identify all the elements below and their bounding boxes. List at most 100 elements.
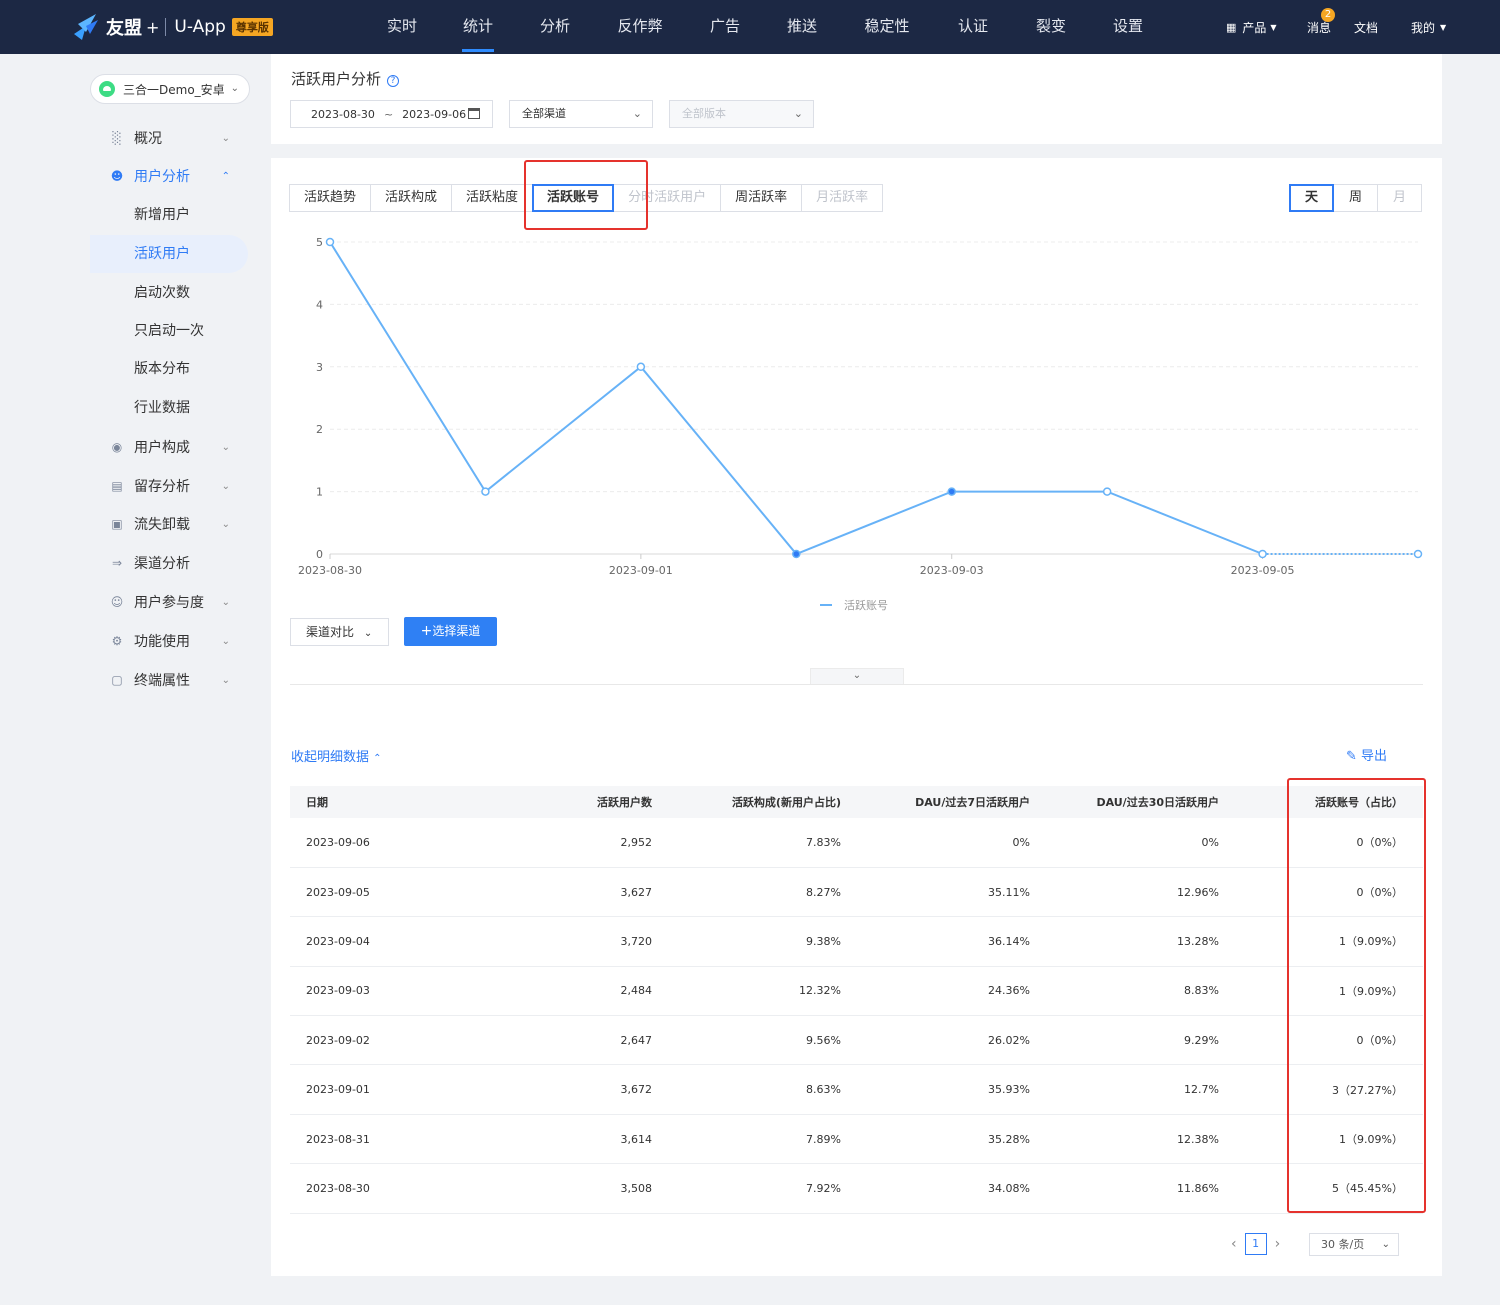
section-divider — [290, 684, 1423, 685]
cell-active-users: 3,720 — [620, 934, 653, 948]
next-page-icon[interactable]: › — [1275, 1236, 1281, 1252]
cell-dau-7d: 35.28% — [988, 1132, 1030, 1146]
version-select[interactable]: 全部版本 ⌄ — [669, 100, 814, 128]
compare-label: 渠道对比 — [306, 625, 355, 639]
table-row: 2023-09-01 3,672 8.63% 35.93% 12.7% 3（27.27%） — [290, 1065, 1423, 1115]
add-channel-button[interactable]: +选择渠道 — [404, 617, 497, 646]
expand-chart-handle[interactable]: ⌄ — [810, 668, 904, 684]
period-week[interactable]: 周 — [1333, 184, 1378, 212]
sidebar-item-retention[interactable]: ▤ 留存分析 ⌄ — [90, 467, 248, 505]
tab-active-trend[interactable]: 活跃趋势 — [289, 184, 372, 212]
menu-anti-fraud[interactable]: 反作弊 — [588, 0, 692, 54]
col-dau-7d[interactable]: DAU/过去7日活跃用户 — [861, 786, 1050, 818]
menu-realtime[interactable]: 实时 — [370, 0, 434, 54]
cell-date: 2023-09-04 — [306, 934, 370, 948]
table-row: 2023-08-30 3,508 7.92% 34.08% 11.86% 5（45.45%… — [290, 1164, 1423, 1214]
account-label: 我的 — [1411, 20, 1436, 35]
sidebar-item-channel[interactable]: ⇒ 渠道分析 — [90, 544, 248, 582]
tab-active-composition[interactable]: 活跃构成 — [370, 184, 453, 212]
date-range-picker[interactable]: 2023-08-30 ~ 2023-09-06 — [290, 100, 493, 128]
sidebar-item-label: 流失卸载 — [134, 517, 190, 533]
tab-active-accounts[interactable]: 活跃账号 — [532, 184, 615, 212]
col-active-users[interactable]: 活跃用户数 — [460, 786, 672, 818]
cell-dau-30d: 8.83% — [1184, 984, 1219, 998]
col-date[interactable]: 日期 — [290, 786, 460, 818]
menu-stability[interactable]: 稳定性 — [846, 0, 928, 54]
main-panel: 活跃趋势 活跃构成 活跃粘度 活跃账号 分时活跃用户 周活跃率 月活跃率 天 周… — [271, 158, 1442, 1276]
sidebar-item-engagement[interactable]: ☺ 用户参与度 ⌄ — [90, 583, 248, 621]
sidebar-item-overview[interactable]: ░ 概况 ⌄ — [90, 119, 248, 157]
android-icon — [99, 81, 115, 97]
collapse-label: 收起明细数据 — [291, 750, 370, 765]
app-selector-label: 三合一Demo_安卓 — [123, 82, 225, 97]
cell-dau-30d: 13.28% — [1177, 934, 1219, 948]
analysis-tabs: 活跃趋势 活跃构成 活跃粘度 活跃账号 分时活跃用户 周活跃率 月活跃率 — [289, 184, 884, 212]
sidebar-item-active-users[interactable]: 活跃用户 — [90, 235, 248, 273]
cell-dau-7d: 26.02% — [988, 1033, 1030, 1047]
tab-weekly-rate[interactable]: 周活跃率 — [720, 184, 803, 212]
cell-dau-30d: 12.7% — [1184, 1083, 1219, 1097]
top-nav: 友盟 + U-App 尊享版 实时 统计 分析 反作弊 广告 推送 稳定性 认证… — [0, 0, 1500, 54]
sidebar-item-device[interactable]: ▢ 终端属性 ⌄ — [90, 661, 248, 699]
cell-dau-7d: 24.36% — [988, 984, 1030, 998]
sidebar-item-feature-usage[interactable]: ⚙ 功能使用 ⌄ — [90, 622, 248, 660]
cell-active-users: 3,672 — [620, 1083, 653, 1097]
channel-select[interactable]: 全部渠道 ⌄ — [509, 100, 653, 128]
sidebar-item-single-launch[interactable]: 只启动一次 — [90, 312, 248, 350]
col-new-user-ratio[interactable]: 活跃构成(新用户占比) — [672, 786, 861, 818]
chevron-down-icon: ⌄ — [221, 518, 230, 530]
sidebar-item-label: 用户分析 — [134, 169, 190, 185]
menu-fission[interactable]: 裂变 — [1018, 0, 1084, 54]
cell-dau-30d: 9.29% — [1184, 1033, 1219, 1047]
tab-monthly-rate[interactable]: 月活跃率 — [801, 184, 884, 212]
app-selector[interactable]: 三合一Demo_安卓 ⌄ — [90, 74, 250, 104]
export-button[interactable]: ✎ 导出 — [1346, 745, 1387, 764]
device-icon: ▢ — [111, 673, 123, 687]
sidebar-item-industry-data[interactable]: 行业数据 — [90, 389, 248, 427]
data-point — [636, 362, 646, 372]
cell-new-user-ratio: 8.63% — [806, 1083, 841, 1097]
menu-verify[interactable]: 认证 — [928, 0, 1018, 54]
sidebar-item-new-users[interactable]: 新增用户 — [90, 196, 248, 234]
menu-analysis[interactable]: 分析 — [522, 0, 588, 54]
sidebar-item-label: 渠道分析 — [134, 556, 190, 572]
page-number[interactable]: 1 — [1244, 1233, 1267, 1255]
menu-statistics[interactable]: 统计 — [434, 0, 522, 54]
chevron-down-icon: ⌄ — [221, 674, 230, 686]
active-accounts-chart: 0 1 2 3 4 5 2023-08-30 2023-09-01 2023-09-03 2023… — [298, 236, 1423, 612]
products-menu[interactable]: ▦ 产品 ▼ — [1226, 0, 1277, 54]
menu-ads[interactable]: 广告 — [692, 0, 758, 54]
date-separator: ~ — [383, 107, 394, 121]
account-menu[interactable]: 我的 ▼ — [1411, 0, 1446, 54]
docs-link[interactable]: 文档 — [1354, 0, 1378, 54]
cell-new-user-ratio: 7.89% — [806, 1132, 841, 1146]
sidebar-item-label: 终端属性 — [134, 673, 190, 689]
cell-new-user-ratio: 12.32% — [799, 984, 841, 998]
help-icon[interactable]: ? — [387, 75, 400, 87]
collapse-detail-link[interactable]: 收起明细数据 ⌃ — [291, 746, 382, 765]
tab-active-stickiness[interactable]: 活跃粘度 — [451, 184, 534, 212]
user-composition-icon: ◉ — [111, 440, 123, 454]
sidebar-item-user-analysis[interactable]: ☻ 用户分析 ⌃ — [90, 157, 248, 195]
channel-compare-dropdown[interactable]: 渠道对比 ⌄ — [290, 618, 389, 646]
sidebar-item-churn[interactable]: ▣ 流失卸载 ⌄ — [90, 505, 248, 543]
data-point — [1258, 549, 1267, 559]
umeng-logo[interactable]: 友盟 + U-App 尊享版 — [72, 10, 273, 44]
sidebar-item-version-distribution[interactable]: 版本分布 — [90, 350, 248, 388]
sidebar-item-launches[interactable]: 启动次数 — [90, 274, 248, 312]
page-size-select[interactable]: 30 条/页 ⌄ — [1309, 1233, 1399, 1256]
chevron-down-icon: ⌄ — [221, 480, 230, 492]
version-select-value: 全部版本 — [682, 107, 726, 120]
prev-page-icon[interactable]: ‹ — [1231, 1236, 1237, 1252]
menu-settings[interactable]: 设置 — [1084, 0, 1172, 54]
bird-logo-icon — [74, 14, 98, 40]
menu-push[interactable]: 推送 — [758, 0, 846, 54]
chevron-down-icon: ⌄ — [221, 441, 230, 453]
period-month[interactable]: 月 — [1377, 184, 1422, 212]
col-dau-30d[interactable]: DAU/过去30日活跃用户 — [1050, 786, 1239, 818]
cell-date: 2023-08-31 — [306, 1132, 370, 1146]
cell-new-user-ratio: 9.56% — [806, 1033, 841, 1047]
add-channel-label: 选择渠道 — [432, 624, 481, 638]
period-day[interactable]: 天 — [1289, 184, 1334, 212]
sidebar-item-user-composition[interactable]: ◉ 用户构成 ⌄ — [90, 428, 248, 466]
